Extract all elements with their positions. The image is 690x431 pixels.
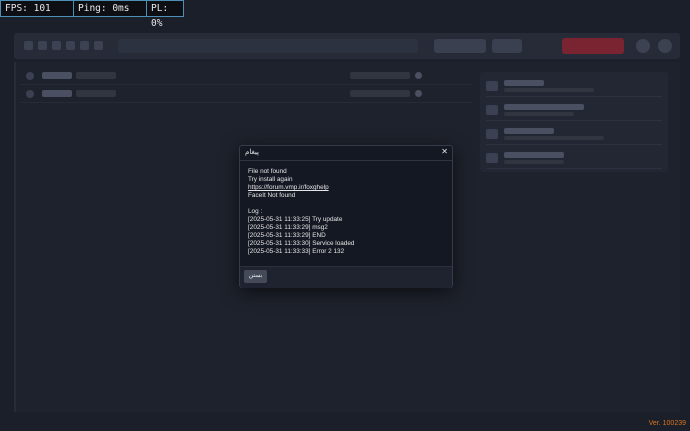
stats-bar: FPS: 101 Ping: 0ms PL: 0% — [0, 0, 184, 29]
message-line: Try install again — [248, 176, 293, 183]
version-label: Ver. 100239 — [648, 420, 686, 427]
nav-icon — [94, 41, 103, 50]
close-icon[interactable]: ✕ — [441, 147, 448, 157]
nav-icon — [24, 41, 33, 50]
ping-counter: Ping: 0ms — [74, 0, 147, 17]
nav-icon — [52, 41, 61, 50]
log-line: [2025-05-31 11:33:30] Service loaded — [248, 240, 355, 247]
background-side-panel — [480, 72, 668, 172]
nav-icon — [38, 41, 47, 50]
message-dialog: پیغام ✕ File not found Try install again… — [239, 145, 453, 288]
dialog-title: پیغام — [245, 149, 259, 156]
log-label: Log : — [248, 208, 263, 215]
close-button[interactable]: بستن — [244, 270, 267, 283]
log-line: [2025-05-31 11:33:25] Try update — [248, 216, 343, 223]
dialog-header: پیغام ✕ — [240, 146, 452, 161]
log-line: [2025-05-31 11:33:29] msg2 — [248, 224, 328, 231]
packet-loss-counter: PL: 0% — [147, 0, 184, 29]
nav-icon — [66, 41, 75, 50]
background-toolbar — [14, 33, 680, 59]
message-line: File not found — [248, 168, 287, 175]
background-pill — [492, 39, 522, 53]
background-round-icon — [658, 39, 672, 53]
log-line: [2025-05-31 11:33:33] Error 2 132 — [248, 248, 345, 255]
dialog-footer: بستن — [240, 266, 452, 288]
log-line: [2025-05-31 11:33:29] END — [248, 232, 326, 239]
background-search — [118, 39, 418, 53]
background-action-button — [562, 38, 624, 54]
status-line: FaceIt Not found — [248, 192, 296, 199]
background-row — [20, 86, 472, 103]
background-row — [20, 68, 472, 85]
background-round-icon — [636, 39, 650, 53]
fps-counter: FPS: 101 — [0, 0, 74, 17]
background-pill — [434, 39, 486, 53]
nav-icon — [80, 41, 89, 50]
dialog-body: File not found Try install again https:/… — [248, 168, 444, 256]
help-link[interactable]: https://forum.vmp.ir/foxghelp — [248, 184, 329, 191]
